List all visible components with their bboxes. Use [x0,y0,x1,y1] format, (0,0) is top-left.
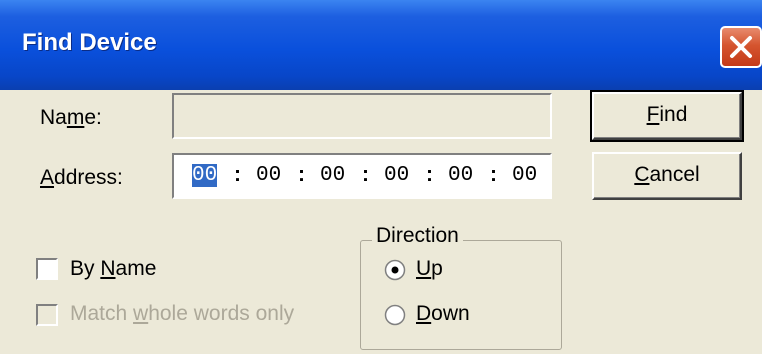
address-field[interactable]: 00 : 00 : 00 : 00 : 00 : 00 [172,153,552,199]
name-label: Name: [40,106,102,129]
dialog-title: Find Device [22,29,157,56]
close-icon [730,36,752,58]
address-octet-3[interactable]: 00 [320,164,345,187]
address-separator: : [234,163,241,186]
address-octet-2[interactable]: 00 [256,164,281,187]
cancel-button[interactable]: Cancel [592,152,742,200]
address-octet-6[interactable]: 00 [512,164,537,187]
name-field[interactable] [172,93,552,139]
up-radio[interactable] [384,259,406,281]
direction-caption: Direction [372,224,463,248]
find-button[interactable]: Find [590,90,744,142]
by-name-checkbox[interactable] [36,258,58,280]
address-separator: : [298,163,305,186]
by-name-label[interactable]: By Name [70,257,156,281]
up-radio-label[interactable]: Up [416,257,443,281]
find-device-dialog: Find Device Name: Address: 00 : 00 : 00 … [0,0,762,354]
down-radio-label[interactable]: Down [416,302,470,326]
down-radio[interactable] [384,304,406,326]
address-octet-5[interactable]: 00 [448,164,473,187]
address-separator: : [426,163,433,186]
address-octet-1[interactable]: 00 [192,164,218,187]
address-octet-4[interactable]: 00 [384,164,409,187]
close-button[interactable] [720,26,762,68]
match-whole-words-checkbox[interactable] [36,304,58,326]
match-whole-words-label[interactable]: Match whole words only [70,302,294,326]
address-label: Address: [40,166,123,189]
direction-group [360,240,562,350]
address-separator: : [362,163,369,186]
address-separator: : [490,163,497,186]
title-bar[interactable]: Find Device [0,0,762,90]
